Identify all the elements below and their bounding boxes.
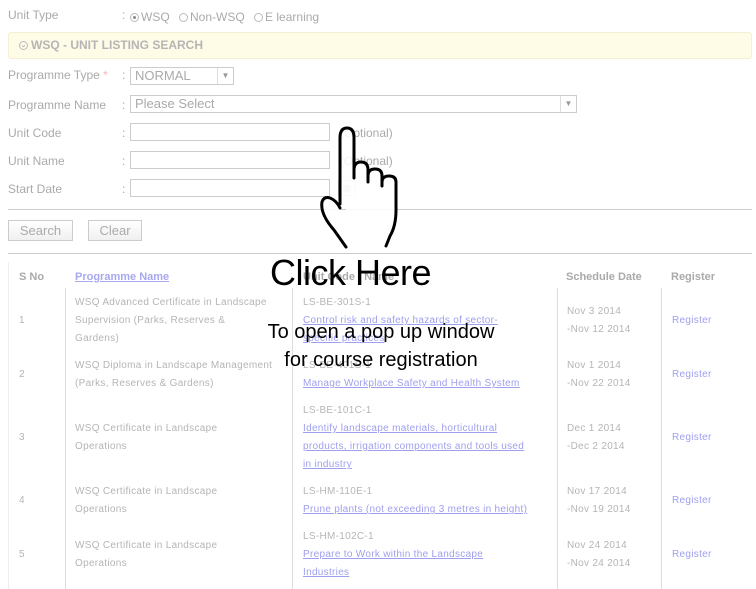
- row-4-unit-link[interactable]: Prune plants (not exceeding 3 metres in …: [303, 501, 527, 519]
- row-4-date: Nov 17 2014 -Nov 19 2014: [567, 486, 631, 515]
- row-5-unit-link[interactable]: Prepare to Work within the Landscape Indu…: [303, 546, 483, 582]
- header-sno: S No: [19, 271, 45, 283]
- colon: :: [122, 154, 126, 168]
- row-1-sno: 1: [19, 315, 25, 326]
- divider: [8, 209, 752, 210]
- start-date-label: Start Date: [8, 182, 63, 196]
- unit-name-label: Unit Name: [8, 154, 65, 168]
- row-4-unit: LS-HM-110E-1 Prune plants (not exceeding…: [303, 483, 527, 519]
- clear-button[interactable]: Clear: [88, 220, 142, 241]
- unit-type-radio-group: WSQ Non-WSQ E learning: [130, 10, 325, 24]
- start-date-input[interactable]: [130, 179, 330, 197]
- programme-type-select[interactable]: NORMAL ▼: [130, 67, 234, 85]
- header-schedule-date: Schedule Date: [566, 271, 642, 283]
- row-3-unit-link[interactable]: Identify landscape materials, horticultu…: [303, 420, 524, 474]
- row-5-unit: LS-HM-102C-1 Prepare to Work within the …: [303, 528, 483, 582]
- row-4-programme: WSQ Certificate in Landscape Operations: [75, 486, 218, 515]
- row-2-date: Nov 1 2014 -Nov 22 2014: [567, 360, 631, 389]
- programme-type-label: Programme Type *: [8, 68, 108, 82]
- row-1-date: Nov 3 2014 -Nov 12 2014: [567, 306, 631, 335]
- radio-e-learning[interactable]: E learning: [254, 10, 319, 24]
- row-5-programme: WSQ Certificate in Landscape Operations: [75, 540, 218, 569]
- header-programme-name[interactable]: Programme Name: [75, 271, 169, 283]
- colon: :: [122, 98, 126, 112]
- radio-empty-icon: [179, 13, 189, 23]
- chevron-down-icon: ▼: [560, 96, 576, 112]
- row-2-sno: 2: [19, 369, 25, 380]
- unit-type-label: Unit Type: [8, 8, 59, 22]
- unit-name-hint: (Optional): [340, 154, 393, 168]
- row-4-register-link[interactable]: Register: [672, 492, 712, 510]
- row-1-unit: LS-BE-301S-1 Control risk and safety haz…: [303, 294, 498, 348]
- colon: :: [122, 68, 126, 82]
- unit-code-hint: (Optional): [340, 126, 393, 140]
- row-2-register-link[interactable]: Register: [672, 366, 712, 384]
- programme-name-select[interactable]: Please Select ▼: [130, 95, 577, 113]
- results-table: S No Programme Name Unit Code / Name Sch…: [8, 262, 752, 589]
- row-5-register-link[interactable]: Register: [672, 546, 712, 564]
- radio-non-wsq-label: Non-WSQ: [190, 10, 245, 24]
- column-divider: [661, 288, 662, 589]
- header-register: Register: [671, 271, 716, 283]
- row-2-unit-link[interactable]: Manage Workplace Safety and Health Syste…: [303, 375, 520, 393]
- radio-selected-icon: [130, 13, 139, 23]
- section-title: WSQ - UNIT LISTING SEARCH: [31, 38, 203, 52]
- row-3-sno: 3: [19, 432, 25, 443]
- section-header: ⌄ WSQ - UNIT LISTING SEARCH: [8, 32, 752, 59]
- unit-name-input[interactable]: [130, 151, 330, 169]
- row-2-programme: WSQ Diploma in Landscape Management (Park…: [75, 360, 273, 389]
- colon: :: [122, 182, 126, 196]
- radio-wsq-label: WSQ: [141, 10, 170, 24]
- search-button[interactable]: Search: [8, 220, 73, 241]
- radio-e-learning-label: E learning: [265, 10, 320, 24]
- row-3-register-link[interactable]: Register: [672, 429, 712, 447]
- collapse-icon: ⌄: [19, 41, 28, 51]
- column-divider: [65, 288, 66, 589]
- calendar-icon[interactable]: ▦: [338, 180, 356, 196]
- unit-type-colon: :: [122, 8, 126, 22]
- divider: [8, 253, 752, 254]
- unit-code-label: Unit Code: [8, 126, 62, 140]
- programme-name-value: Please Select: [135, 96, 215, 111]
- row-2-unit: LS-BE-401S-1 Manage Workplace Safety and…: [303, 357, 520, 393]
- row-3-programme: WSQ Certificate in Landscape Operations: [75, 423, 218, 452]
- row-5-date: Nov 24 2014 -Nov 24 2014: [567, 540, 631, 569]
- chevron-down-icon: ▼: [217, 68, 233, 84]
- row-4-sno: 4: [19, 495, 25, 506]
- radio-empty-icon: [254, 13, 264, 23]
- colon: :: [122, 126, 126, 140]
- header-unit: Unit Code / Name: [303, 271, 395, 283]
- row-5-sno: 5: [19, 549, 25, 560]
- row-1-unit-link[interactable]: Control risk and safety hazards of secto…: [303, 312, 498, 348]
- row-3-date: Dec 1 2014 -Dec 2 2014: [567, 423, 625, 452]
- column-divider: [557, 288, 558, 589]
- pointing-hand-icon: [320, 126, 398, 249]
- row-3-unit: LS-BE-101C-1 Identify landscape material…: [303, 402, 524, 474]
- radio-non-wsq[interactable]: Non-WSQ: [179, 10, 245, 24]
- programme-name-label: Programme Name: [8, 98, 107, 112]
- unit-code-input[interactable]: [130, 123, 330, 141]
- programme-type-value: NORMAL: [135, 68, 191, 83]
- column-divider: [292, 288, 293, 589]
- radio-wsq[interactable]: WSQ: [130, 10, 170, 24]
- row-1-programme: WSQ Advanced Certificate in Landscape Sup…: [75, 297, 267, 344]
- row-1-register-link[interactable]: Register: [672, 312, 712, 330]
